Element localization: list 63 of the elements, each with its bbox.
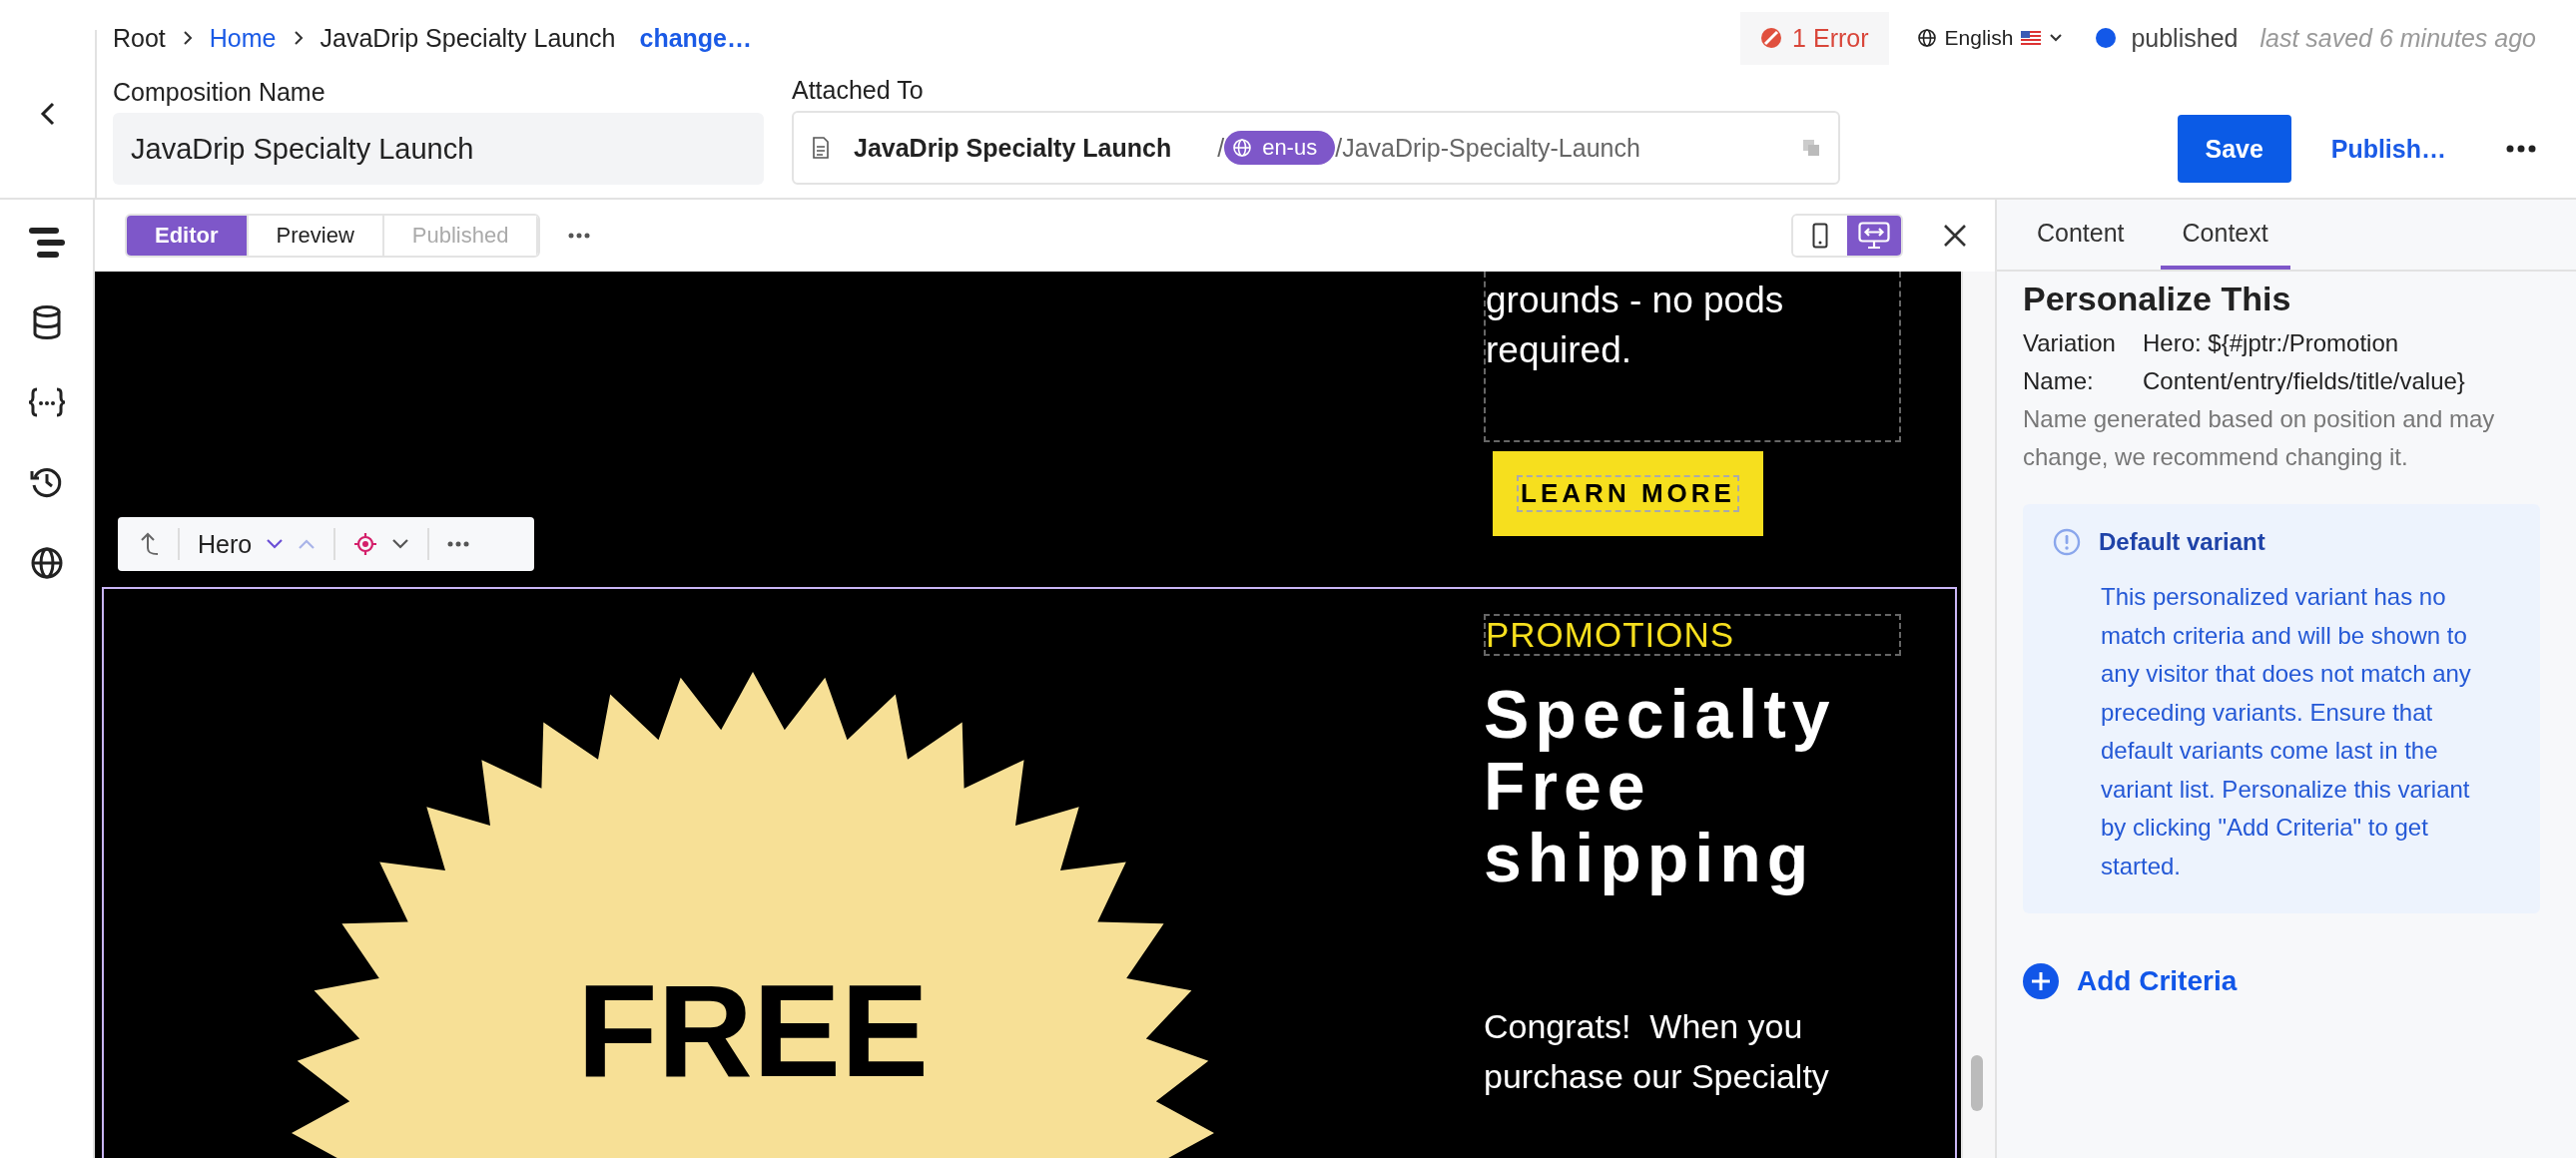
target-icon[interactable] (353, 532, 378, 556)
history-icon[interactable] (29, 465, 64, 499)
paragraph-text: grounds - no pods required. (1486, 279, 1785, 372)
notice-text: This personalized variant has no match criteria and will be shown to any visitor that does not match any preceding variants. Ensure that default variants come last in the variant list. Personalize this variant by clicking "Add Criteria" to get started. (2101, 582, 2472, 881)
status-label: published (2131, 23, 2239, 53)
notice-title: Default variant (2099, 528, 2265, 556)
hero-body-text: Congrats! When you purchase our Specialty (1484, 1006, 1830, 1097)
attached-to-field[interactable]: JavaDrip Specialty Launch / en-us /JavaDrip-Specialty-Launch (792, 111, 1840, 185)
close-icon[interactable] (1943, 224, 1967, 248)
braces-icon[interactable] (27, 387, 66, 417)
entry-name: JavaDrip Specialty Launch (854, 133, 1172, 163)
slug-path: /JavaDrip-Specialty-Launch (1335, 133, 1640, 163)
more-icon[interactable] (447, 541, 470, 547)
status-dot (2095, 27, 2118, 49)
component-name: Hero (198, 529, 253, 559)
composition-name-field[interactable]: JavaDrip Specialty Launch (113, 113, 764, 185)
monitor-icon (1858, 222, 1890, 250)
learn-more-button[interactable]: LEARN MORE (1493, 451, 1763, 536)
document-icon (812, 137, 830, 159)
variation-label: Variation Name: (2023, 328, 2117, 396)
chevron-right-icon (292, 29, 305, 47)
flag-icon (2021, 31, 2042, 45)
view-tab[interactable]: Editor (127, 216, 249, 256)
hero-section[interactable]: FREE PROMOTIONS Specialty Free shipping Congrats! When you purchase our Specialty (102, 587, 1957, 1158)
scrollbar-thumb[interactable] (1971, 1055, 1983, 1111)
badge-text: FREE (577, 957, 929, 1104)
more-icon[interactable] (2506, 145, 2536, 153)
change-link[interactable]: change… (639, 23, 753, 53)
chevron-down-icon[interactable] (266, 538, 285, 550)
add-criteria-button[interactable]: Add Criteria (2023, 963, 2238, 999)
layers-icon[interactable] (28, 228, 65, 258)
panel-title: Personalize This (2023, 280, 2292, 318)
breadcrumb-item: Root (113, 23, 166, 53)
field-label: Attached To (792, 76, 925, 105)
last-saved-text: last saved 6 minutes ago (2259, 23, 2536, 53)
variation-value: Hero: ${#jptr:/Promotion Content/entry/fields/title/value} (2143, 328, 2466, 396)
globe-icon[interactable] (30, 547, 63, 579)
eyebrow-text: PROMOTIONS (1486, 615, 1735, 655)
hero-heading: Specialty Free shipping (1484, 678, 1837, 893)
breadcrumb-item: JavaDrip Specialty Launch (320, 23, 616, 53)
publish-link[interactable]: Publish… (2330, 134, 2446, 164)
database-icon[interactable] (31, 305, 62, 339)
info-icon (2053, 528, 2081, 556)
language-dropdown[interactable]: English (1916, 26, 2064, 50)
chevron-right-icon (181, 29, 194, 47)
chevron-down-icon[interactable] (391, 538, 410, 550)
globe-icon (1916, 28, 1937, 48)
phone-icon (1812, 223, 1828, 249)
more-icon[interactable] (568, 233, 591, 239)
field-label: Composition Name (113, 78, 326, 107)
path-separator: / (1217, 133, 1225, 163)
hint-text: Name generated based on position and may change, we recommend changing it. (2023, 404, 2496, 472)
breadcrumb-item[interactable]: Home (209, 23, 277, 53)
locale-pill: en-us (1224, 131, 1336, 165)
panel-tab[interactable]: Context (2160, 200, 2290, 270)
error-badge[interactable]: 1 Error (1740, 11, 1889, 65)
panel-tab[interactable]: Content (2015, 200, 2147, 270)
error-icon (1760, 27, 1783, 49)
chevron-down-icon (2049, 33, 2064, 43)
plus-icon (2023, 963, 2059, 999)
desktop-view-button[interactable] (1847, 216, 1901, 256)
globe-icon (1232, 138, 1253, 158)
save-button[interactable]: Save (2177, 115, 2291, 183)
